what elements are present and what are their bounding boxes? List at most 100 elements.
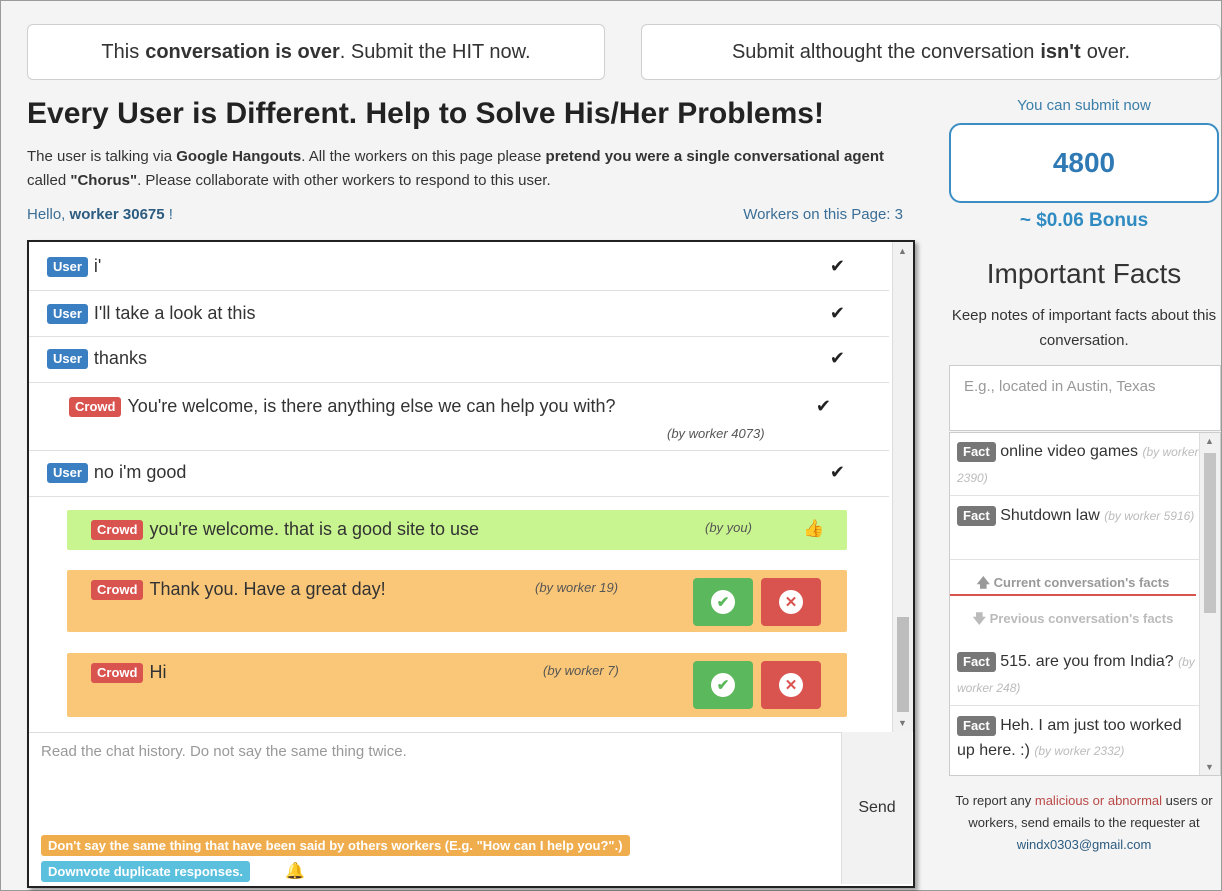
- check-icon: ✔: [815, 396, 831, 416]
- fact-item: Fact Heh. I am just too worked up here. …: [950, 713, 1210, 773]
- chat-message: Crowd You're welcome, is there anything e…: [29, 382, 889, 451]
- fact-item: Fact online video games (by worker 2390): [950, 439, 1210, 496]
- report-red-text: malicious or abnormal: [1034, 793, 1163, 808]
- chat-history[interactable]: User i' ✔ User I'll take a look at this ✔ …: [29, 242, 891, 732]
- facts-description: Keep notes of important facts about this…: [951, 307, 1217, 349]
- crowd-label: Crowd: [69, 396, 122, 417]
- proposal-accepted: Crowd you're welcome. that is a good site…: [67, 510, 847, 550]
- report-email-link[interactable]: windx0303@gmail.com: [1017, 837, 1152, 852]
- facts-scrollbar[interactable]: ▲ ▼: [1199, 433, 1220, 775]
- greeting: Hello, worker 30675 !: [27, 206, 173, 223]
- proposal-author: (by worker 19): [535, 580, 619, 595]
- bonus-amount: ~ $0.06 Bonus: [1019, 210, 1149, 231]
- submit-hit-now-bold: conversation is over: [145, 40, 340, 63]
- user-label: User: [47, 303, 88, 324]
- user-label: User: [47, 348, 88, 369]
- chat-scroll-thumb[interactable]: [897, 617, 909, 712]
- crowd-label: Crowd: [91, 579, 144, 600]
- fact-label: Fact: [957, 505, 996, 526]
- chat-message: User i' ✔: [29, 242, 889, 291]
- reject-button[interactable]: ✕: [761, 578, 821, 626]
- task-description: The user is talking via Google Hangouts.…: [27, 145, 887, 193]
- check-icon: ✔: [829, 462, 845, 482]
- submit-status: You can submit now: [1017, 97, 1151, 114]
- arrow-up-icon[interactable]: ▲: [898, 246, 907, 256]
- send-button[interactable]: Send: [841, 732, 912, 884]
- arrow-down-icon[interactable]: ▼: [898, 718, 907, 728]
- chat-message: User thanks ✔: [29, 336, 889, 383]
- current-facts-header[interactable]: 🡅 Current conversation's facts: [950, 574, 1196, 596]
- chat-scrollbar[interactable]: ▲ ▼: [892, 242, 913, 732]
- arrow-up-icon[interactable]: ▲: [1205, 436, 1214, 446]
- reject-x-icon: ✕: [779, 590, 803, 614]
- arrow-down-icon: 🡇: [972, 611, 990, 626]
- chat-message: User I'll take a look at this ✔: [29, 290, 889, 337]
- submit-hit-now-post: . Submit the HIT now.: [339, 40, 531, 63]
- worker-id: worker 30675: [69, 206, 165, 223]
- message-text: I'll take a look at this: [93, 303, 256, 323]
- accept-button[interactable]: ✔: [693, 578, 753, 626]
- fact-label: Fact: [957, 715, 996, 736]
- greeting-prefix: Hello,: [27, 206, 70, 223]
- submit-anyway-pre: Submit althought the conversation: [731, 40, 1035, 63]
- downvote-tip: Downvote duplicate responses.: [41, 861, 251, 882]
- proposal-pending: Crowd Thank you. Have a great day! (by wo…: [67, 570, 847, 632]
- desc-bold-2: pretend you were a single conversational…: [545, 148, 884, 165]
- fact-label: Fact: [957, 441, 996, 462]
- arrow-down-icon[interactable]: ▼: [1205, 762, 1214, 772]
- previous-facts-header[interactable]: 🡇 Previous conversation's facts: [950, 610, 1196, 632]
- proposal-author: (by you): [705, 520, 752, 535]
- accept-check-icon: ✔: [711, 673, 735, 697]
- facts-title: Important Facts: [986, 258, 1182, 289]
- thumbs-up-icon: 👍: [803, 519, 825, 538]
- facts-scroll-thumb[interactable]: [1204, 453, 1216, 613]
- check-icon: ✔: [829, 303, 845, 323]
- desc-bold-1: Google Hangouts: [176, 148, 302, 165]
- submit-hit-now-pre: This: [101, 40, 140, 63]
- desc-part-2: . All the workers on this page please: [301, 148, 546, 165]
- desc-part-4: . Please collaborate with other workers …: [137, 172, 551, 189]
- fact-input[interactable]: E.g., located in Austin, Texas: [949, 365, 1221, 431]
- current-facts-label: Current conversation's facts: [993, 575, 1170, 590]
- accept-button[interactable]: ✔: [693, 661, 753, 709]
- fact-item: Fact Shutdown law (by worker 5916): [950, 503, 1210, 560]
- chat-panel: User i' ✔ User I'll take a look at this ✔ …: [27, 240, 915, 888]
- reject-button[interactable]: ✕: [761, 661, 821, 709]
- fact-text: Shutdown law: [1000, 507, 1100, 524]
- submit-anyway-bold: isn't: [1040, 40, 1081, 63]
- arrow-up-icon: 🡅: [976, 575, 994, 590]
- crowd-label: Crowd: [91, 662, 144, 683]
- report-notice: To report any malicious or abnormal user…: [949, 790, 1219, 856]
- fact-text: online video games: [1000, 443, 1139, 460]
- desc-part-1: The user is talking via: [27, 148, 177, 165]
- fact-item: Fact 515. are you from India? (by worker…: [950, 649, 1210, 706]
- proposal-text: Hi: [149, 662, 167, 682]
- report-text-1: To report any: [955, 793, 1035, 808]
- reject-x-icon: ✕: [779, 673, 803, 697]
- submit-hit-now-button[interactable]: This conversation is over . Submit the H…: [27, 24, 605, 80]
- message-text: i': [93, 256, 102, 276]
- check-icon: ✔: [829, 256, 845, 276]
- submit-anyway-button[interactable]: Submit althought the conversation isn't …: [641, 24, 1221, 80]
- user-label: User: [47, 256, 88, 277]
- fact-label: Fact: [957, 651, 996, 672]
- previous-facts-label: Previous conversation's facts: [989, 611, 1174, 626]
- proposal-text: you're welcome. that is a good site to u…: [149, 519, 480, 539]
- points-counter: 4800: [949, 123, 1219, 203]
- fact-author: (by worker 5916): [1104, 509, 1195, 523]
- bell-icon[interactable]: 🔔: [285, 861, 305, 881]
- section-divider: [950, 594, 1196, 596]
- crowd-label: Crowd: [91, 519, 144, 540]
- fact-author: (by worker 2332): [1034, 744, 1125, 758]
- proposal-pending: Crowd Hi (by worker 7) ✔ ✕: [67, 653, 847, 717]
- message-text: no i'm good: [93, 462, 187, 482]
- message-author: (by worker 4073): [667, 426, 765, 441]
- page-title: Every User is Different. Help to Solve H…: [27, 97, 824, 130]
- fact-input-placeholder: E.g., located in Austin, Texas: [964, 378, 1156, 395]
- facts-list[interactable]: Fact online video games (by worker 2390)…: [949, 432, 1221, 776]
- message-text: thanks: [93, 348, 147, 368]
- fact-text: 515. are you from India?: [1000, 653, 1174, 670]
- message-text: You're welcome, is there anything else w…: [127, 396, 616, 416]
- user-label: User: [47, 462, 88, 483]
- chat-message: User no i'm good ✔: [29, 450, 889, 497]
